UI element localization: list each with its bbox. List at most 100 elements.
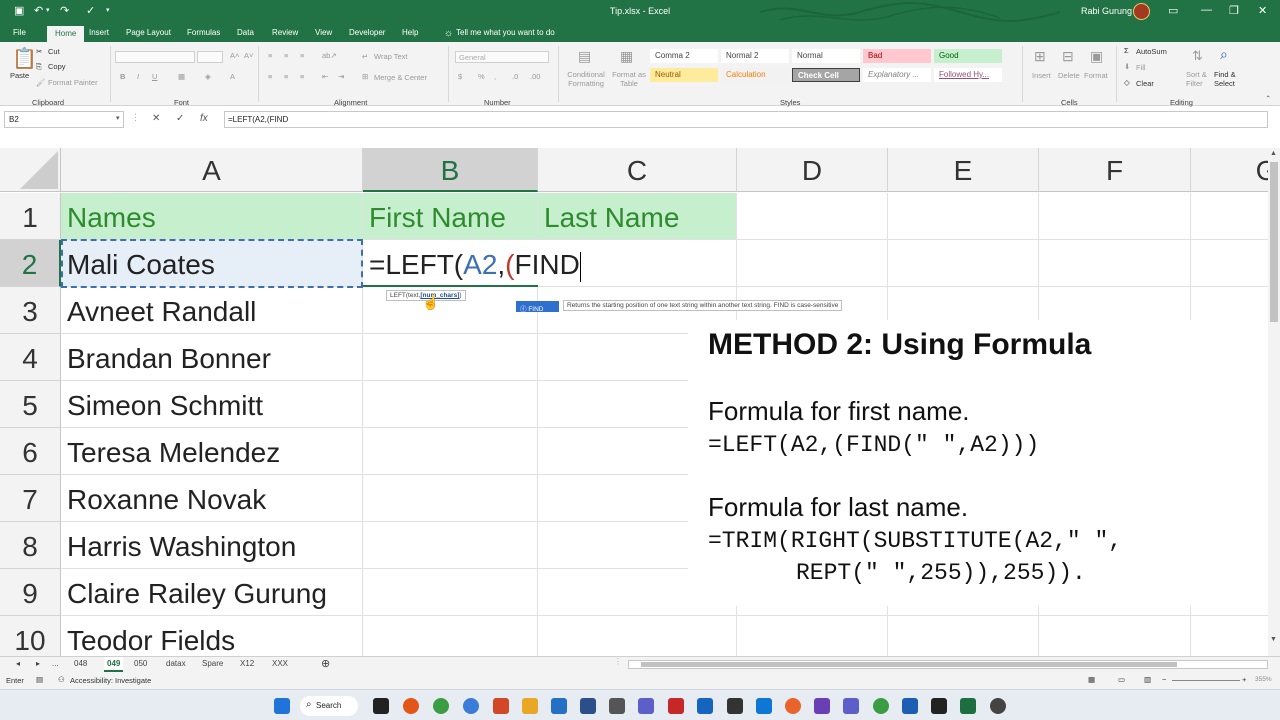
tab-review[interactable]: Review [272,28,298,37]
fill-color-icon[interactable]: ◈ [205,72,211,81]
avatar[interactable] [1133,3,1150,20]
insert-function-icon[interactable]: fx [200,113,208,124]
comma-style-icon[interactable]: , [494,72,496,81]
prev-sheet-icon[interactable]: ◂ [16,659,20,668]
delete-cells-button[interactable]: Delete [1058,71,1080,80]
format-cells-icon[interactable]: ▣ [1090,48,1103,65]
cell-f10[interactable] [1039,616,1191,656]
row-header-10[interactable]: 10 [0,616,61,656]
app-icon[interactable] [785,698,801,714]
cell-style-3[interactable]: Bad [863,49,931,63]
user-name[interactable]: Rabi Gurung [1081,6,1132,16]
page-layout-view-icon[interactable]: ▭ [1118,675,1125,684]
sheet-tab-050[interactable]: 050 [134,659,147,668]
accessibility-status[interactable]: Accessibility: Investigate [70,676,151,685]
sheet-tab-Spare[interactable]: Spare [202,659,223,668]
macro-icon[interactable]: ▤ [36,675,43,684]
zoom-level[interactable]: 355% [1255,676,1272,683]
cell-style-0[interactable]: Comma 2 [650,49,718,63]
cell-d2[interactable] [737,240,888,287]
normal-view-icon[interactable]: ▦ [1088,675,1095,684]
scroll-up-icon[interactable]: ▲ [1270,150,1277,157]
accessibility-icon[interactable]: ⚇ [58,675,65,684]
insert-cells-icon[interactable]: ⊞ [1034,48,1046,65]
column-header-b[interactable]: B [363,148,538,192]
cell-a8[interactable]: Harris Washington [61,522,363,569]
font-color-icon[interactable]: A [230,72,235,81]
format-painter-icon[interactable]: 🖌 [36,78,46,87]
tell-me-search[interactable]: Tell me what you want to do [456,28,555,37]
powerpoint-icon[interactable] [493,698,509,714]
cell-a1[interactable]: Names [61,193,363,240]
format-cells-button[interactable]: Format [1084,71,1108,80]
tab-data[interactable]: Data [237,28,254,37]
orientation-icon[interactable]: ab↗ [322,51,337,60]
font-name-select[interactable] [115,51,195,63]
fill-icon[interactable]: ⬇ [1124,62,1130,71]
merge-center-button[interactable]: Merge & Center [374,73,427,82]
zoom-in-icon[interactable]: + [1242,675,1246,684]
cell-c10[interactable] [538,616,737,656]
cell-b4[interactable] [363,334,538,381]
decrease-decimal-icon[interactable]: .00 [530,72,540,81]
tab-file[interactable]: File [13,28,26,37]
taskbar-search[interactable]: ⌕ Search [300,696,358,716]
explorer-icon[interactable] [522,698,538,714]
chrome-icon[interactable] [433,698,449,714]
cell-d1[interactable] [737,193,888,240]
cell-style-7[interactable]: Check Cell [792,68,860,82]
format-painter-button[interactable]: Format Painter [48,78,98,87]
next-sheet-icon[interactable]: ▸ [36,659,40,668]
column-header-a[interactable]: A [61,148,363,192]
cell-b5[interactable] [363,381,538,428]
cell-e2[interactable] [888,240,1039,287]
formula-input[interactable]: =LEFT(A2,(FIND [224,111,1268,128]
scroll-thumb[interactable] [641,662,1177,667]
firefox-icon[interactable] [403,698,419,714]
cell-style-5[interactable]: Neutral [650,68,718,82]
cell-b8[interactable] [363,522,538,569]
page-break-view-icon[interactable]: ▥ [1144,675,1151,684]
align-right-icon[interactable]: ≡ [300,72,304,81]
row-header-1[interactable]: 1 [0,193,61,240]
scroll-thumb[interactable] [1270,162,1278,322]
bold-icon[interactable]: B [120,72,125,81]
insert-cells-button[interactable]: Insert [1032,71,1051,80]
clear-icon[interactable]: ◇ [1124,78,1130,87]
sort-filter-icon[interactable]: ⇅ [1192,48,1203,64]
vertical-scrollbar[interactable]: ▲ ▼ [1268,148,1280,656]
sheet-tab-X12[interactable]: X12 [240,659,254,668]
excel-icon[interactable] [960,698,976,714]
wrap-text-button[interactable]: Wrap Text [374,52,408,61]
cell-style-4[interactable]: Good [934,49,1002,63]
find-select-button[interactable]: Find & Select [1214,70,1246,88]
cell-a5[interactable]: Simeon Schmitt [61,381,363,428]
paste-button[interactable]: Paste [10,71,29,80]
sheet-tab-048[interactable]: 048 [74,659,87,668]
add-sheet-icon[interactable]: ⊕ [321,657,330,670]
cell-e1[interactable] [888,193,1039,240]
column-header-e[interactable]: E [888,148,1039,192]
app-icon[interactable] [609,698,625,714]
tab-page-layout[interactable]: Page Layout [126,28,171,37]
column-header-d[interactable]: D [737,148,888,192]
cell-a7[interactable]: Roxanne Novak [61,475,363,522]
format-as-table-icon[interactable]: ▦ [620,48,633,65]
edge-icon[interactable] [463,698,479,714]
horizontal-scrollbar[interactable] [628,660,1268,669]
cell-style-1[interactable]: Normal 2 [721,49,789,63]
format-as-table-button[interactable]: Format as Table [610,70,648,88]
tab-insert[interactable]: Insert [89,28,109,37]
teams-icon[interactable] [843,698,859,714]
find-icon[interactable]: ⌕ [1220,46,1228,63]
align-center-icon[interactable]: ≡ [284,72,288,81]
tab-view[interactable]: View [315,28,332,37]
cell-g2[interactable] [1191,240,1268,287]
cell-b7[interactable] [363,475,538,522]
align-middle-icon[interactable]: ≡ [284,51,288,60]
row-header-8[interactable]: 8 [0,522,61,569]
app-icon[interactable] [990,698,1006,714]
underline-icon[interactable]: U [152,72,157,81]
vscode-icon[interactable] [551,698,567,714]
cut-button[interactable]: Cut [48,47,60,56]
